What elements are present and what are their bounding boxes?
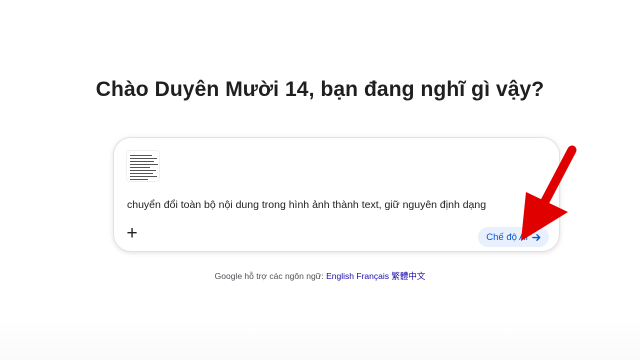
greeting-heading: Chào Duyên Mười 14, bạn đang nghĩ gì vậy… <box>95 78 545 101</box>
prompt-input[interactable]: chuyển đổi toàn bộ nội dung trong hình ả… <box>127 199 486 211</box>
arrow-right-icon <box>532 233 541 241</box>
ai-mode-button[interactable]: Chế độ AI <box>478 227 549 247</box>
ai-mode-label: Chế độ AI <box>486 231 528 243</box>
bottom-shade <box>0 320 640 360</box>
language-bar: Google hỗ trợ các ngôn ngữ: English Fran… <box>0 270 640 282</box>
search-composer[interactable]: chuyển đổi toàn bộ nội dung trong hình ả… <box>113 137 560 252</box>
language-link-french[interactable]: Français <box>356 271 389 281</box>
image-thumbnail-icon[interactable] <box>126 150 160 182</box>
language-link-chinese[interactable]: 繁體中文 <box>391 271 425 281</box>
add-attachment-button[interactable]: + <box>122 224 142 244</box>
page: Chào Duyên Mười 14, bạn đang nghĩ gì vậy… <box>0 0 640 360</box>
language-prefix: Google hỗ trợ các ngôn ngữ: <box>214 271 324 281</box>
language-link-english[interactable]: English <box>326 271 354 281</box>
